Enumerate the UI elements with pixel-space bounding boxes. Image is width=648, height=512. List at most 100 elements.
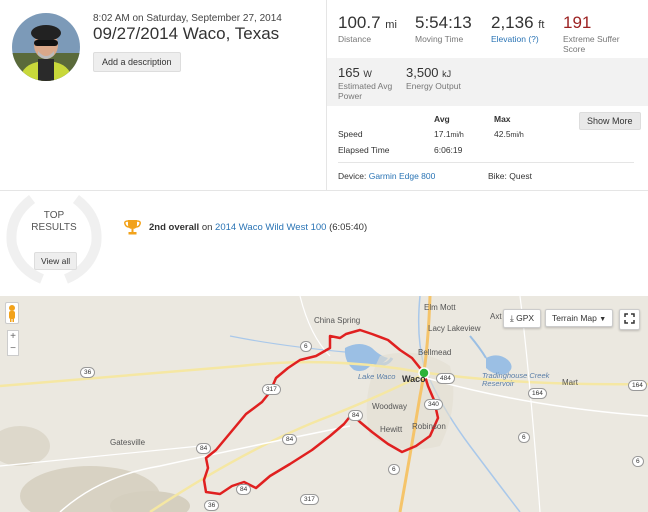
map-type-dropdown[interactable]: Terrain Map ▼ bbox=[545, 309, 614, 327]
map-label-hewitt: Hewitt bbox=[380, 425, 403, 434]
energy-unit: kJ bbox=[442, 69, 452, 79]
map-canvas bbox=[0, 296, 648, 512]
achievement-time: (6:05:40) bbox=[329, 222, 368, 233]
avg-power-unit: W bbox=[363, 69, 372, 79]
suffer-score-label: Extreme Suffer Score bbox=[563, 34, 620, 54]
map-label-mart: Mart bbox=[562, 378, 578, 387]
bike-info: Bike: Quest bbox=[488, 171, 532, 181]
stat-moving-time: 5:54:13 Moving Time bbox=[415, 13, 472, 44]
avg-power-value: 165 bbox=[338, 65, 360, 80]
achievement-rank: 2nd overall bbox=[149, 222, 200, 233]
chevron-down-icon: ▼ bbox=[599, 316, 607, 323]
bike-label: Bike: bbox=[488, 171, 507, 181]
stat-energy: 3,500 kJ Energy Output bbox=[406, 65, 461, 91]
fullscreen-icon bbox=[624, 313, 635, 324]
gpx-label: GPX bbox=[516, 313, 535, 323]
stat-avg-power: 165 W Estimated Avg Power bbox=[338, 65, 398, 101]
zoom-in-button[interactable]: + bbox=[8, 331, 18, 343]
map-label-woodway: Woodway bbox=[372, 402, 407, 411]
speed-avg: 17.1mi/h bbox=[434, 129, 464, 139]
speed-avg-value: 17.1 bbox=[434, 129, 451, 139]
stat-elevation: 2,136 ft Elevation (?) bbox=[491, 13, 544, 44]
view-all-button[interactable]: View all bbox=[34, 252, 78, 270]
table-divider bbox=[338, 162, 634, 163]
avatar[interactable] bbox=[12, 13, 80, 81]
map-label-bellmead: Bellmead bbox=[418, 348, 452, 357]
device-info: Device: Garmin Edge 800 bbox=[338, 171, 435, 181]
highway-shield: 6 bbox=[300, 341, 312, 352]
show-more-button[interactable]: Show More bbox=[579, 112, 641, 130]
map-label-tradinghouse: Tradinghouse Creek Reservoir bbox=[482, 371, 550, 388]
laurel-wreath-icon bbox=[6, 195, 102, 284]
map-label-elm-mott: Elm Mott bbox=[424, 303, 456, 312]
map-label-robinson: Robinson bbox=[412, 422, 446, 431]
download-icon: ⤓ bbox=[510, 313, 514, 323]
highway-shield: 484 bbox=[436, 373, 455, 384]
top-results-line2: RESULTS bbox=[31, 222, 77, 233]
map-label-lake-waco: Lake Waco bbox=[358, 372, 396, 381]
map-type-label: Terrain Map bbox=[552, 313, 597, 323]
elevation-value: 2,136 bbox=[491, 13, 534, 32]
highway-shield: 36 bbox=[80, 367, 96, 378]
highway-shield: 317 bbox=[300, 494, 319, 505]
bike-value: Quest bbox=[509, 171, 532, 181]
trophy-icon bbox=[124, 220, 141, 235]
highway-shield: 6 bbox=[388, 464, 400, 475]
highway-shield: 340 bbox=[424, 399, 443, 410]
energy-label: Energy Output bbox=[406, 81, 461, 91]
zoom-control: + − bbox=[7, 330, 19, 356]
distance-value: 100.7 bbox=[338, 13, 381, 32]
distance-label: Distance bbox=[338, 34, 372, 44]
fullscreen-button[interactable] bbox=[619, 309, 640, 330]
avg-column-header: Avg bbox=[434, 114, 450, 124]
highway-shield: 84 bbox=[196, 443, 212, 454]
activity-datetime: 8:02 AM on Saturday, September 27, 2014 bbox=[93, 13, 282, 24]
device-link[interactable]: Garmin Edge 800 bbox=[369, 171, 436, 181]
speed-max-unit: mi/h bbox=[510, 132, 524, 139]
suffer-score-value: 191 bbox=[563, 13, 592, 32]
map-label-gatesville: Gatesville bbox=[110, 438, 146, 447]
map-label-lacy-lakeview: Lacy Lakeview bbox=[428, 324, 481, 333]
achievement-text: 2nd overall on 2014 Waco Wild West 100 (… bbox=[149, 222, 367, 233]
route-map[interactable] bbox=[0, 296, 648, 512]
max-column-header: Max bbox=[494, 114, 511, 124]
highway-shield: 164 bbox=[628, 380, 647, 391]
stat-distance: 100.7 mi Distance bbox=[338, 13, 397, 44]
map-label-china-spring: China Spring bbox=[314, 316, 361, 325]
highway-shield: 164 bbox=[528, 388, 547, 399]
stat-suffer-score: 191 Extreme Suffer Score bbox=[563, 13, 643, 54]
avg-power-label: Estimated Avg Power bbox=[338, 81, 393, 101]
moving-time-label: Moving Time bbox=[415, 34, 464, 44]
highway-shield: 84 bbox=[348, 410, 364, 421]
speed-label: Speed bbox=[338, 129, 363, 139]
highway-shield: 84 bbox=[236, 484, 252, 495]
top-results-heading: TOP RESULTS bbox=[26, 210, 82, 234]
highway-shield: 6 bbox=[632, 456, 644, 467]
elevation-help-link[interactable]: Elevation (?) bbox=[491, 34, 544, 44]
distance-unit: mi bbox=[385, 19, 397, 31]
map-label-axtell: Axt bbox=[490, 312, 502, 321]
speed-avg-unit: mi/h bbox=[450, 132, 464, 139]
activity-page: 8:02 AM on Saturday, September 27, 2014 … bbox=[0, 0, 648, 512]
gpx-download-button[interactable]: ⤓ GPX bbox=[503, 309, 542, 328]
energy-value: 3,500 bbox=[406, 65, 439, 80]
elevation-unit: ft bbox=[538, 19, 545, 31]
activity-title: 09/27/2014 Waco, Texas bbox=[93, 24, 280, 43]
elapsed-time-label: Elapsed Time bbox=[338, 145, 390, 155]
moving-time-value: 5:54:13 bbox=[415, 13, 472, 32]
highway-shield: 84 bbox=[282, 434, 298, 445]
highway-shield: 317 bbox=[262, 384, 281, 395]
zoom-out-button[interactable]: − bbox=[8, 343, 18, 355]
add-description-button[interactable]: Add a description bbox=[93, 52, 181, 72]
highway-shield: 36 bbox=[204, 500, 220, 511]
section-divider bbox=[0, 190, 648, 191]
street-view-pegman-icon[interactable] bbox=[5, 302, 19, 324]
speed-max: 42.5mi/h bbox=[494, 129, 524, 139]
segment-link[interactable]: 2014 Waco Wild West 100 bbox=[215, 222, 326, 233]
speed-max-value: 42.5 bbox=[494, 129, 511, 139]
elapsed-time-value: 6:06:19 bbox=[434, 145, 463, 155]
highway-shield: 6 bbox=[518, 432, 530, 443]
achievement-on: on bbox=[201, 222, 213, 233]
map-label-waco: Waco bbox=[402, 374, 426, 384]
top-results-line1: TOP bbox=[43, 210, 65, 221]
